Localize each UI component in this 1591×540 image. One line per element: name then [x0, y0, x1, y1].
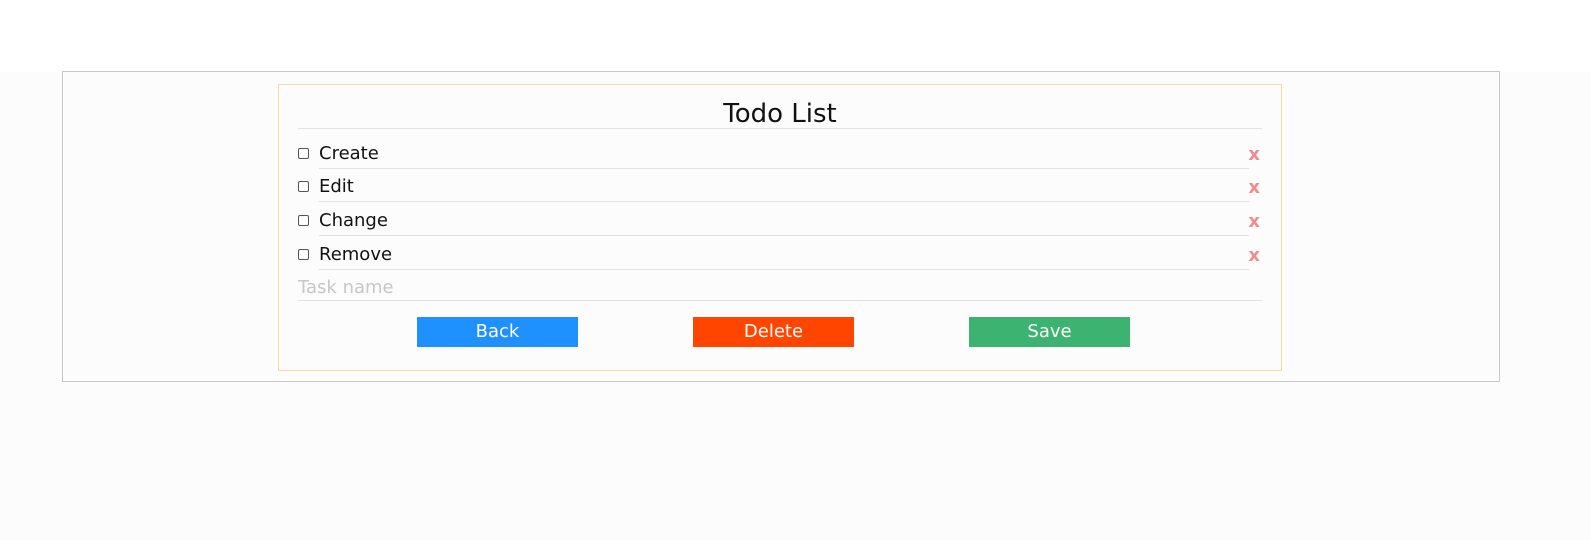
save-button[interactable]: Save [969, 317, 1130, 347]
back-button[interactable]: Back [417, 317, 578, 347]
page-title: Todo List [723, 99, 837, 129]
task-name-input[interactable] [298, 275, 1262, 301]
remove-task-icon[interactable]: x [1248, 212, 1260, 232]
task-label: Remove [319, 244, 393, 265]
title-divider [298, 128, 1262, 129]
task-checkbox[interactable] [298, 249, 309, 260]
remove-task-icon[interactable]: x [1248, 246, 1260, 266]
list-item: Remove x [298, 242, 1262, 276]
task-divider [319, 235, 1249, 236]
task-label: Edit [319, 176, 354, 197]
task-label: Create [319, 143, 379, 164]
task-checkbox[interactable] [298, 181, 309, 192]
remove-task-icon[interactable]: x [1248, 145, 1260, 165]
task-label: Change [319, 210, 388, 231]
list-item: Edit x [298, 174, 1262, 208]
remove-task-icon[interactable]: x [1248, 178, 1260, 198]
delete-button[interactable]: Delete [693, 317, 854, 347]
task-checkbox[interactable] [298, 148, 309, 159]
list-item: Create x [298, 141, 1262, 175]
todo-card: Todo List Create x Edit x Change x Remov… [278, 84, 1282, 371]
task-divider [319, 269, 1249, 270]
list-item: Change x [298, 208, 1262, 242]
task-checkbox[interactable] [298, 215, 309, 226]
task-divider [319, 201, 1249, 202]
task-divider [319, 168, 1249, 169]
